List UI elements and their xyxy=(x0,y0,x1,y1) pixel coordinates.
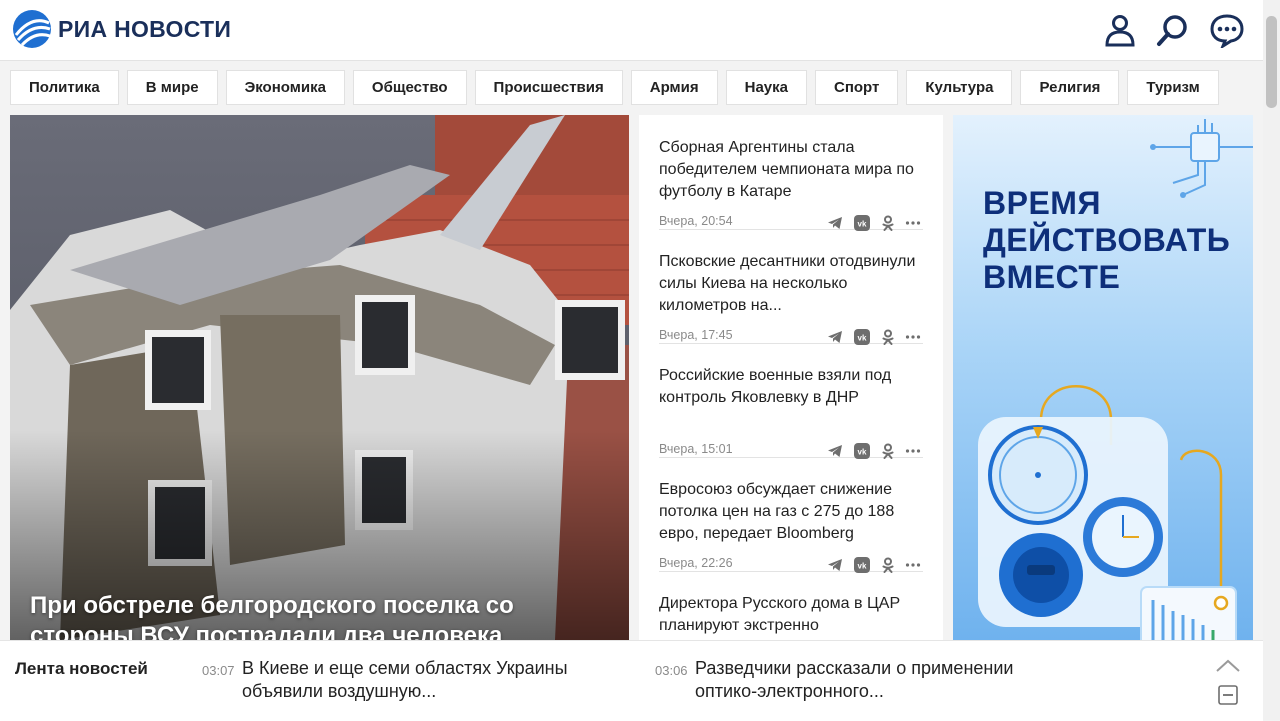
rubric-sport[interactable]: Спорт xyxy=(814,70,899,105)
svg-text:vk: vk xyxy=(858,562,867,571)
svg-text:vk: vk xyxy=(858,220,867,229)
rubric-kultura[interactable]: Культура xyxy=(906,70,1013,105)
news-item[interactable]: Российские военные взяли под контроль Як… xyxy=(659,343,923,459)
main-story[interactable]: При обстреле белгородского поселка со ст… xyxy=(10,115,629,640)
ad-headline: ВРЕМЯ ДЕЙСТВОВАТЬ ВМЕСТЕ xyxy=(983,185,1243,296)
news-title[interactable]: Евросоюз обсуждает снижение потолка цен … xyxy=(659,479,923,545)
news-feed-label[interactable]: Лента новостей xyxy=(15,659,148,679)
news-time: Вчера, 20:54 xyxy=(659,214,733,228)
news-item[interactable]: Евросоюз обсуждает снижение потолка цен … xyxy=(659,457,923,573)
feed-text[interactable]: В Киеве и еще семи областях Украины объя… xyxy=(242,657,582,703)
ad-line: ВРЕМЯ xyxy=(983,185,1101,221)
news-feed-bar: Лента новостей 03:07 В Киеве и еще семи … xyxy=(0,640,1263,721)
news-title[interactable]: Сборная Аргентины стала победителем чемп… xyxy=(659,137,923,203)
news-title[interactable]: Директора Русского дома в ЦАР планируют … xyxy=(659,593,923,637)
news-title[interactable]: Российские военные взяли под контроль Як… xyxy=(659,365,923,409)
news-title[interactable]: Псковские десантники отодвинули силы Кие… xyxy=(659,251,923,317)
ria-logo-icon xyxy=(13,10,51,48)
search-icon[interactable] xyxy=(1155,12,1191,48)
page-scrollbar[interactable] xyxy=(1263,0,1280,720)
logo[interactable]: РИА НОВОСТИ xyxy=(12,9,231,49)
svg-text:vk: vk xyxy=(858,334,867,343)
rubric-nav: Политика В мире Экономика Общество Проис… xyxy=(10,70,1219,105)
scrollbar-thumb[interactable] xyxy=(1266,16,1277,108)
main-story-photo xyxy=(10,115,629,640)
rubric-proisshestviya[interactable]: Происшествия xyxy=(474,70,623,105)
news-time: Вчера, 17:45 xyxy=(659,328,733,342)
news-item[interactable]: Сборная Аргентины стала победителем чемп… xyxy=(659,115,923,231)
feed-text[interactable]: Разведчики рассказали о применении оптик… xyxy=(695,657,1035,703)
rubric-obshchestvo[interactable]: Общество xyxy=(352,70,467,105)
rubric-ekonomika[interactable]: Экономика xyxy=(225,70,345,105)
ad-line: ВМЕСТЕ xyxy=(983,259,1121,295)
user-icon[interactable] xyxy=(1102,12,1138,48)
ad-banner[interactable]: ВРЕМЯ ДЕЙСТВОВАТЬ ВМЕСТЕ xyxy=(953,115,1253,640)
feed-time: 03:07 xyxy=(202,663,235,678)
rubric-religiya[interactable]: Религия xyxy=(1020,70,1120,105)
news-time: Вчера, 15:01 xyxy=(659,442,733,456)
rubric-armiya[interactable]: Армия xyxy=(630,70,718,105)
rubric-politika[interactable]: Политика xyxy=(10,70,119,105)
news-item[interactable]: Директора Русского дома в ЦАР планируют … xyxy=(659,571,923,640)
main-story-title[interactable]: При обстреле белгородского поселка со ст… xyxy=(30,591,620,640)
news-item[interactable]: Псковские десантники отодвинули силы Кие… xyxy=(659,229,923,345)
collapse-icon[interactable] xyxy=(1218,685,1238,705)
site-header: РИА НОВОСТИ xyxy=(0,0,1263,61)
logo-text: РИА НОВОСТИ xyxy=(58,15,232,42)
svg-text:vk: vk xyxy=(858,448,867,457)
chevron-up-icon[interactable] xyxy=(1215,657,1241,673)
rubric-turizm[interactable]: Туризм xyxy=(1127,70,1219,105)
chat-icon[interactable] xyxy=(1209,12,1245,48)
news-time: Вчера, 22:26 xyxy=(659,556,733,570)
rubric-v-mire[interactable]: В мире xyxy=(126,70,218,105)
ad-line: ДЕЙСТВОВАТЬ xyxy=(983,222,1231,258)
rubric-nauka[interactable]: Наука xyxy=(725,70,807,105)
feed-time: 03:06 xyxy=(655,663,688,678)
top-news-list: Сборная Аргентины стала победителем чемп… xyxy=(639,115,943,640)
